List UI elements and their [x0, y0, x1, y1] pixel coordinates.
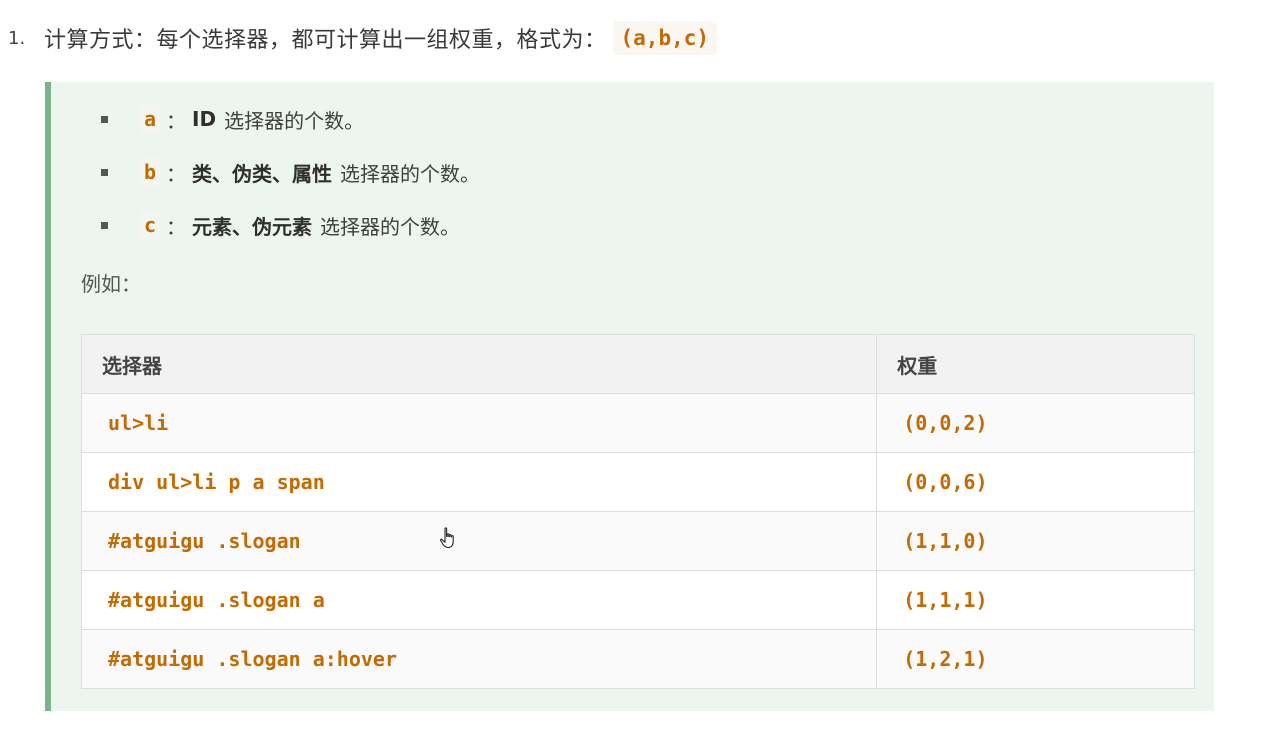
- bullet-item-c: c ： 元素、伪元素 选择器的个数。: [101, 209, 460, 241]
- selector-code: #atguigu .slogan a:hover: [108, 647, 397, 671]
- selector-cell: #atguigu .slogan: [80, 511, 878, 571]
- weight-code: (1,2,1): [903, 647, 988, 671]
- list-item-text: 计算方式：每个选择器，都可计算出一组权重，格式为：: [44, 28, 607, 53]
- bullet-separator: ：: [166, 108, 187, 133]
- list-number: 1.: [8, 27, 26, 49]
- format-code: (a,b,c): [612, 21, 718, 55]
- bullet-key: c: [140, 210, 161, 240]
- weight-cell: (1,1,0): [876, 511, 1195, 571]
- blockquote: a ： ID 选择器的个数。 b ： 类、伪类、属性 选择器的个数。 c ： 元…: [45, 82, 1214, 711]
- bullet-item-a: a ： ID 选择器的个数。: [101, 103, 364, 135]
- weight-code: (1,1,1): [903, 588, 988, 612]
- table-row: div ul>li p a span (0,0,6): [80, 452, 1195, 512]
- hand-pointer-icon: [439, 527, 454, 549]
- weight-cell: (0,0,6): [876, 452, 1195, 512]
- table-row: #atguigu .slogan a (1,1,1): [80, 570, 1195, 630]
- column-header-selector: 选择器: [80, 334, 878, 394]
- bullet-strong-text: 元素、伪元素: [192, 214, 313, 239]
- table-row: #atguigu .slogan a:hover (1,2,1): [80, 629, 1195, 689]
- weight-cell: (0,0,2): [876, 393, 1195, 453]
- bullet-strong-text: 类、伪类、属性: [192, 161, 333, 186]
- selector-cell: #atguigu .slogan a:hover: [80, 629, 878, 689]
- bullet-text: 选择器的个数。: [340, 161, 481, 186]
- selector-cell: ul>li: [80, 393, 878, 453]
- selector-code: #atguigu .slogan: [108, 529, 301, 553]
- bullet-item-b: b ： 类、伪类、属性 选择器的个数。: [101, 156, 480, 188]
- bullet-strong-text: ID: [192, 107, 217, 131]
- weight-code: (0,0,6): [903, 470, 988, 494]
- selector-cell: div ul>li p a span: [80, 452, 878, 512]
- bullet-separator: ：: [166, 161, 187, 186]
- bullet-marker-icon: [101, 115, 108, 123]
- table-row: #atguigu .slogan (1,1,0): [80, 511, 1195, 571]
- selector-code: #atguigu .slogan a: [108, 588, 325, 612]
- bullet-marker-icon: [101, 221, 108, 229]
- table-header-row: 选择器 权重: [80, 334, 1195, 394]
- weight-code: (0,0,2): [903, 411, 988, 435]
- table-row: ul>li (0,0,2): [80, 393, 1195, 453]
- ordered-list-item: 1. 计算方式：每个选择器，都可计算出一组权重，格式为： (a,b,c): [8, 18, 718, 58]
- bullet-key: b: [140, 157, 161, 187]
- specificity-table: 选择器 权重 ul>li (0,0,2) div ul>li p a span …: [80, 334, 1195, 689]
- example-label: 例如：: [81, 272, 141, 296]
- weight-cell: (1,2,1): [876, 629, 1195, 689]
- bullet-key: a: [140, 104, 161, 134]
- weight-cell: (1,1,1): [876, 570, 1195, 630]
- bullet-text: 选择器的个数。: [224, 108, 365, 133]
- selector-cell: #atguigu .slogan a: [80, 570, 878, 630]
- bullet-separator: ：: [166, 214, 187, 239]
- weight-code: (1,1,0): [903, 529, 988, 553]
- column-header-weight: 权重: [876, 334, 1195, 394]
- selector-code: div ul>li p a span: [108, 470, 325, 494]
- bullet-marker-icon: [101, 168, 108, 176]
- bullet-text: 选择器的个数。: [320, 214, 461, 239]
- selector-code: ul>li: [108, 411, 169, 435]
